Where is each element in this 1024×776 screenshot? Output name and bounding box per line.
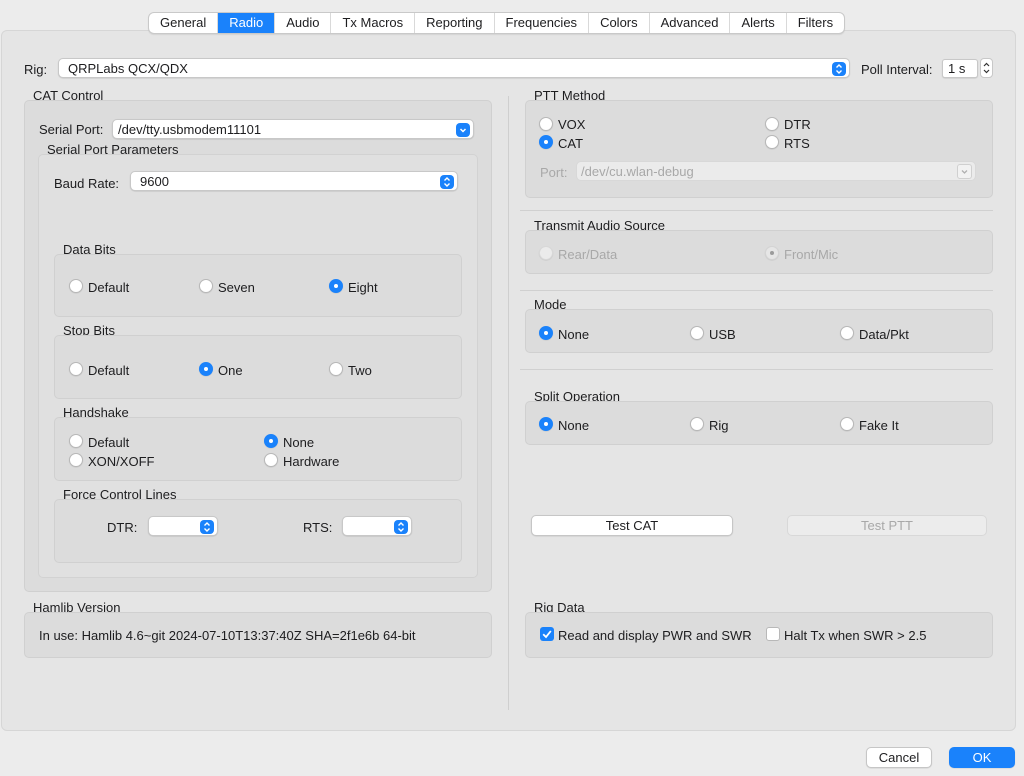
tab-bar: General Radio Audio Tx Macros Reporting … (148, 12, 846, 34)
stop-bits-one-radio[interactable] (199, 362, 213, 376)
baud-rate-select[interactable]: 9600 (130, 171, 458, 191)
chevron-down-icon (957, 164, 972, 179)
chevron-updown-icon (832, 62, 846, 76)
chevron-updown-icon (394, 520, 408, 534)
split-none-label: None (558, 418, 590, 433)
ptt-port-label: Port: (540, 165, 568, 180)
rig-label: Rig: (24, 62, 48, 77)
data-bits-default-radio[interactable] (69, 279, 83, 293)
tx-audio-front-radio[interactable] (765, 246, 779, 260)
stop-bits-default-radio[interactable] (69, 362, 83, 376)
separator (520, 210, 993, 211)
handshake-hardware-label: Hardware (283, 454, 340, 469)
ok-button[interactable]: OK (949, 747, 1015, 768)
tab-audio[interactable]: Audio (275, 13, 332, 33)
handshake-default-radio[interactable] (69, 434, 83, 448)
poll-interval-field[interactable]: 1 s (942, 59, 978, 78)
tx-audio-front-label: Front/Mic (784, 247, 839, 262)
read-pwr-swr-checkbox[interactable] (540, 627, 554, 641)
tab-general[interactable]: General (149, 13, 219, 33)
ptt-vox-label: VOX (558, 117, 586, 132)
mode-datapkt-label: Data/Pkt (859, 327, 909, 342)
tab-tx-macros[interactable]: Tx Macros (331, 13, 416, 33)
ptt-port-value: /dev/cu.wlan-debug (581, 164, 694, 179)
handshake-xonxoff-label: XON/XOFF (88, 454, 155, 469)
ptt-rts-radio[interactable] (765, 135, 779, 149)
split-group (525, 401, 993, 445)
data-bits-default-label: Default (88, 280, 130, 295)
read-pwr-swr-label: Read and display PWR and SWR (558, 628, 752, 643)
column-divider (508, 96, 509, 710)
test-ptt-button[interactable]: Test PTT (787, 515, 987, 536)
chevron-updown-icon (440, 175, 454, 189)
mode-none-radio[interactable] (539, 326, 553, 340)
split-rig-radio[interactable] (690, 417, 704, 431)
cancel-button[interactable]: Cancel (866, 747, 932, 768)
ptt-vox-radio[interactable] (539, 117, 553, 131)
split-rig-label: Rig (709, 418, 729, 433)
halt-tx-label: Halt Tx when SWR > 2.5 (784, 628, 927, 643)
data-bits-eight-radio[interactable] (329, 279, 343, 293)
tx-audio-rear-radio[interactable] (539, 246, 553, 260)
tab-radio[interactable]: Radio (218, 13, 276, 33)
stop-bits-one-label: One (218, 363, 243, 378)
handshake-default-label: Default (88, 435, 130, 450)
split-none-radio[interactable] (539, 417, 553, 431)
separator (520, 369, 993, 370)
tab-reporting[interactable]: Reporting (415, 13, 495, 33)
data-bits-seven-label: Seven (218, 280, 255, 295)
handshake-hardware-radio[interactable] (264, 453, 278, 467)
tab-alerts[interactable]: Alerts (730, 13, 787, 33)
stop-bits-default-label: Default (88, 363, 130, 378)
handshake-none-radio[interactable] (264, 434, 278, 448)
tab-frequencies[interactable]: Frequencies (495, 13, 590, 33)
ptt-dtr-label: DTR (784, 117, 811, 132)
rts-label: RTS: (303, 520, 333, 535)
chevron-down-icon (456, 123, 470, 137)
separator (520, 290, 993, 291)
chevron-updown-icon (200, 520, 214, 534)
dtr-select[interactable] (148, 516, 218, 536)
stop-bits-two-radio[interactable] (329, 362, 343, 376)
poll-interval-value: 1 s (948, 61, 966, 76)
dtr-label: DTR: (107, 520, 138, 535)
rig-select-value: QRPLabs QCX/QDX (68, 61, 188, 76)
ptt-cat-label: CAT (558, 136, 584, 151)
mode-group (525, 309, 993, 353)
stop-bits-two-label: Two (348, 363, 372, 378)
tab-filters[interactable]: Filters (787, 13, 844, 33)
serial-port-select[interactable]: /dev/tty.usbmodem11101 (112, 119, 474, 139)
tab-advanced[interactable]: Advanced (650, 13, 731, 33)
serial-port-value: /dev/tty.usbmodem11101 (118, 122, 262, 137)
split-fakeit-label: Fake It (859, 418, 899, 433)
serial-port-label: Serial Port: (39, 122, 104, 137)
tx-audio-rear-label: Rear/Data (558, 247, 618, 262)
mode-datapkt-radio[interactable] (840, 326, 854, 340)
ptt-method-group (525, 100, 993, 198)
checkmark-icon (542, 630, 552, 639)
tab-colors[interactable]: Colors (589, 13, 650, 33)
split-fakeit-radio[interactable] (840, 417, 854, 431)
poll-interval-label: Poll Interval: (861, 62, 933, 77)
handshake-xonxoff-radio[interactable] (69, 453, 83, 467)
data-bits-eight-label: Eight (348, 280, 378, 295)
hamlib-version-text: In use: Hamlib 4.6~git 2024-07-10T13:37:… (39, 628, 416, 643)
halt-tx-checkbox[interactable] (766, 627, 780, 641)
baud-rate-value: 9600 (140, 174, 169, 189)
poll-interval-stepper[interactable] (980, 58, 993, 78)
mode-usb-radio[interactable] (690, 326, 704, 340)
ptt-rts-label: RTS (784, 136, 810, 151)
stepper-arrows-icon (983, 62, 990, 74)
data-bits-seven-radio[interactable] (199, 279, 213, 293)
test-cat-button[interactable]: Test CAT (531, 515, 733, 536)
ptt-port-select[interactable]: /dev/cu.wlan-debug (576, 161, 976, 181)
rts-select[interactable] (342, 516, 412, 536)
mode-none-label: None (558, 327, 590, 342)
mode-usb-label: USB (709, 327, 736, 342)
baud-rate-label: Baud Rate: (54, 176, 120, 191)
rig-select[interactable]: QRPLabs QCX/QDX (58, 58, 850, 78)
ptt-cat-radio[interactable] (539, 135, 553, 149)
handshake-none-label: None (283, 435, 315, 450)
ptt-dtr-radio[interactable] (765, 117, 779, 131)
